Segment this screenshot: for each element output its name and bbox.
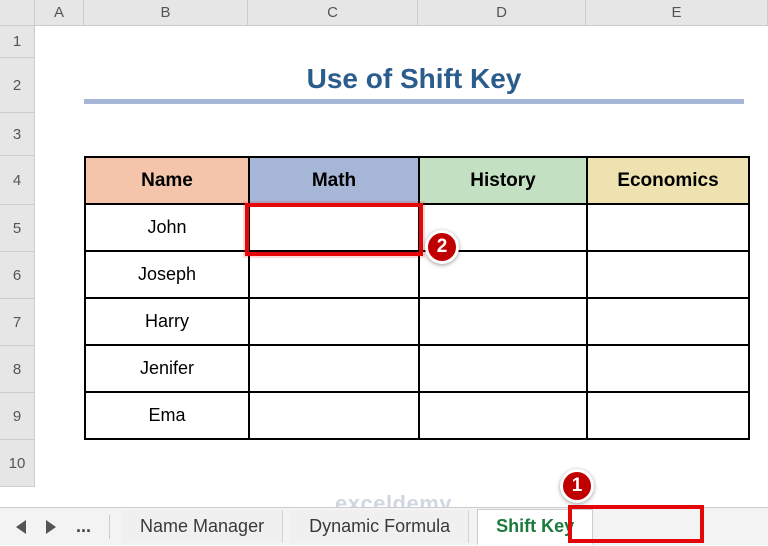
row-header-7[interactable]: 7 bbox=[0, 299, 35, 346]
row-headers: 1 2 3 4 5 6 7 8 9 10 bbox=[0, 26, 35, 507]
row-header-1[interactable]: 1 bbox=[0, 26, 35, 58]
column-headers: A B C D E bbox=[0, 0, 768, 26]
cell-name[interactable]: John bbox=[85, 204, 249, 251]
table-row: Ema bbox=[85, 392, 749, 439]
cell-name[interactable]: Joseph bbox=[85, 251, 249, 298]
row-header-6[interactable]: 6 bbox=[0, 252, 35, 299]
row-header-4[interactable]: 4 bbox=[0, 156, 35, 205]
cell-name[interactable]: Ema bbox=[85, 392, 249, 439]
title-cell[interactable]: Use of Shift Key bbox=[84, 58, 744, 104]
cell-economics[interactable] bbox=[587, 204, 749, 251]
table-row: John bbox=[85, 204, 749, 251]
table-row: Joseph bbox=[85, 251, 749, 298]
cell-name[interactable]: Harry bbox=[85, 298, 249, 345]
spreadsheet-area: A B C D E 1 2 3 4 5 6 7 8 9 10 Use of Sh… bbox=[0, 0, 768, 507]
cell-history[interactable] bbox=[419, 392, 587, 439]
callout-1: 1 bbox=[560, 469, 594, 503]
cell-math[interactable] bbox=[249, 392, 419, 439]
cell-math[interactable] bbox=[249, 345, 419, 392]
row-header-8[interactable]: 8 bbox=[0, 346, 35, 393]
data-table: Name Math History Economics John Joseph … bbox=[84, 156, 750, 440]
header-math[interactable]: Math bbox=[249, 157, 419, 204]
cell-math[interactable] bbox=[249, 298, 419, 345]
cell-history[interactable] bbox=[419, 298, 587, 345]
row-header-5[interactable]: 5 bbox=[0, 205, 35, 252]
col-header-E[interactable]: E bbox=[586, 0, 768, 26]
tab-dynamic-formula[interactable]: Dynamic Formula bbox=[291, 510, 469, 543]
col-header-D[interactable]: D bbox=[418, 0, 586, 26]
callout-2: 2 bbox=[425, 230, 459, 264]
header-name[interactable]: Name bbox=[85, 157, 249, 204]
tab-name-manager[interactable]: Name Manager bbox=[122, 510, 283, 543]
select-all-corner[interactable] bbox=[0, 0, 35, 26]
page-title: Use of Shift Key bbox=[307, 63, 522, 95]
cell-name[interactable]: Jenifer bbox=[85, 345, 249, 392]
chevron-left-icon bbox=[16, 520, 26, 534]
row-header-10[interactable]: 10 bbox=[0, 440, 35, 487]
divider bbox=[109, 515, 110, 539]
row-header-3[interactable]: 3 bbox=[0, 113, 35, 156]
header-economics[interactable]: Economics bbox=[587, 157, 749, 204]
cell-economics[interactable] bbox=[587, 298, 749, 345]
tab-overflow[interactable]: ... bbox=[70, 516, 97, 537]
row-header-2[interactable]: 2 bbox=[0, 58, 35, 113]
tab-nav-next[interactable] bbox=[40, 517, 62, 537]
tab-shift-key[interactable]: Shift Key bbox=[477, 509, 593, 546]
header-history[interactable]: History bbox=[419, 157, 587, 204]
cell-economics[interactable] bbox=[587, 251, 749, 298]
cell-economics[interactable] bbox=[587, 392, 749, 439]
col-header-C[interactable]: C bbox=[248, 0, 418, 26]
col-header-B[interactable]: B bbox=[84, 0, 248, 26]
cell-history[interactable] bbox=[419, 345, 587, 392]
cell-economics[interactable] bbox=[587, 345, 749, 392]
cell-math[interactable] bbox=[249, 251, 419, 298]
chevron-right-icon bbox=[46, 520, 56, 534]
row-header-9[interactable]: 9 bbox=[0, 393, 35, 440]
table-row: Jenifer bbox=[85, 345, 749, 392]
table-row: Harry bbox=[85, 298, 749, 345]
tab-nav-prev[interactable] bbox=[10, 517, 32, 537]
sheet-tab-bar: ... Name Manager Dynamic Formula Shift K… bbox=[0, 507, 768, 545]
table-header-row: Name Math History Economics bbox=[85, 157, 749, 204]
col-header-A[interactable]: A bbox=[35, 0, 84, 26]
grid-body[interactable]: Use of Shift Key Name Math History Econo… bbox=[35, 26, 768, 507]
cell-math[interactable] bbox=[249, 204, 419, 251]
